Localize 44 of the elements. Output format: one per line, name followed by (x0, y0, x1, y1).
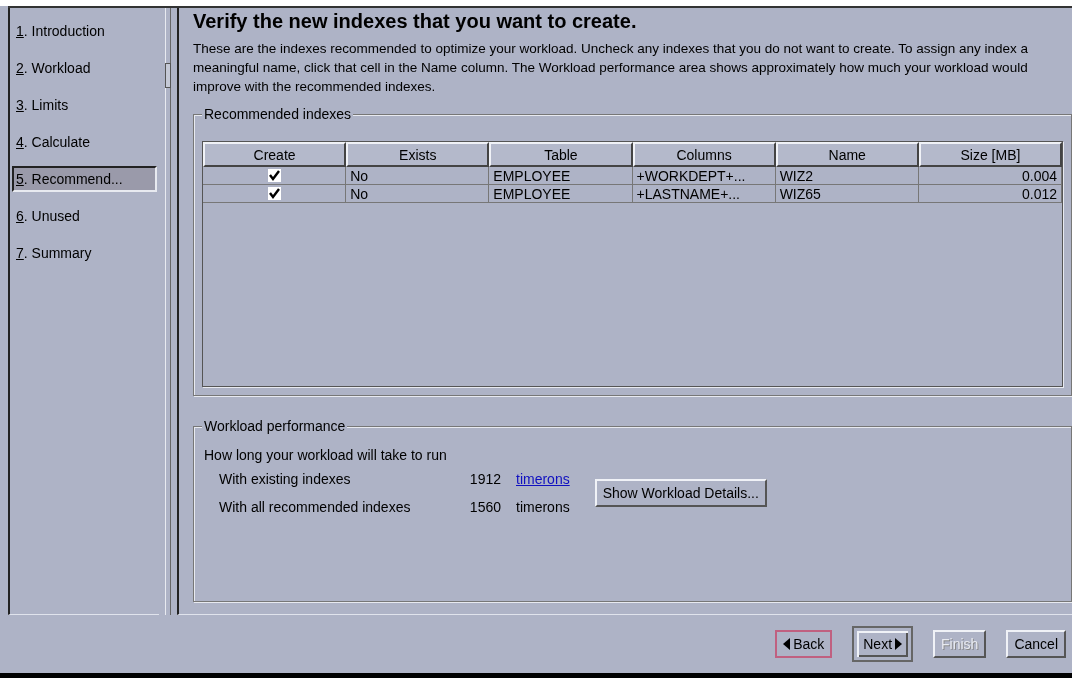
group-title: Recommended indexes (202, 106, 354, 122)
unit-text: timerons (516, 499, 570, 515)
wizard-button[interactable]: Next (852, 626, 914, 662)
wizard-step[interactable]: 1. Introduction (12, 18, 157, 44)
column-header[interactable]: Name (775, 142, 919, 167)
wizard-step[interactable]: 4. Calculate (12, 129, 157, 155)
timerons-link[interactable]: timerons (516, 471, 570, 487)
performance-value: 1912 (468, 471, 501, 487)
performance-intro: How long your workload will take to run (204, 447, 448, 463)
page-heading: Verify the new indexes that you want to create. (193, 10, 638, 33)
create-checkbox[interactable] (267, 187, 281, 200)
table-cell: EMPLOYEE (489, 167, 633, 185)
show-details-button[interactable]: Show Workload Details... (594, 479, 767, 507)
wizard-button[interactable]: Cancel (1006, 630, 1066, 658)
wizard-button[interactable]: Back (775, 630, 833, 658)
table-cell: +WORKDEPT+... (632, 167, 776, 185)
group-title: Workload performance (202, 418, 348, 434)
create-checkbox[interactable] (267, 169, 281, 182)
column-header[interactable]: Create (203, 142, 347, 167)
table-cell[interactable]: WIZ2 (775, 167, 919, 185)
table-cell: +LASTNAME+... (632, 185, 776, 203)
left-arrow-icon (783, 638, 791, 650)
performance-label: With existing indexes (219, 471, 352, 487)
right-arrow-icon (895, 638, 903, 650)
column-header[interactable]: Exists (346, 142, 490, 167)
table-cell: No (346, 167, 490, 185)
splitter-handle[interactable] (165, 63, 171, 88)
column-header[interactable]: Table (489, 142, 633, 167)
table-cell: EMPLOYEE (489, 185, 633, 203)
table-cell[interactable]: WIZ65 (775, 185, 919, 203)
table-cell: No (346, 185, 490, 203)
performance-value: 1560 (468, 499, 501, 515)
wizard-step[interactable]: 3. Limits (12, 92, 157, 118)
table-cell: 0.012 (918, 185, 1062, 203)
column-header[interactable]: Size [MB] (918, 142, 1062, 167)
description-text: These are the indexes recommended to optimize your workload. Uncheck any indexes that you do not want to create. To assign any index a meaningful name, click that cell in the Name column. The Workload performance area shows approximately how much your workload would improve with the recommended indexes. (193, 40, 1029, 96)
wizard-step[interactable]: 6. Unused (12, 203, 157, 229)
splitter[interactable] (165, 8, 171, 615)
table-cell: 0.004 (918, 167, 1062, 185)
wizard-step[interactable]: 7. Summary (12, 240, 157, 266)
wizard-step[interactable]: 5. Recommend... (12, 166, 157, 192)
performance-label: With all recommended indexes (219, 499, 412, 515)
column-header[interactable]: Columns (632, 142, 776, 167)
wizard-step[interactable]: 2. Workload (12, 55, 157, 81)
